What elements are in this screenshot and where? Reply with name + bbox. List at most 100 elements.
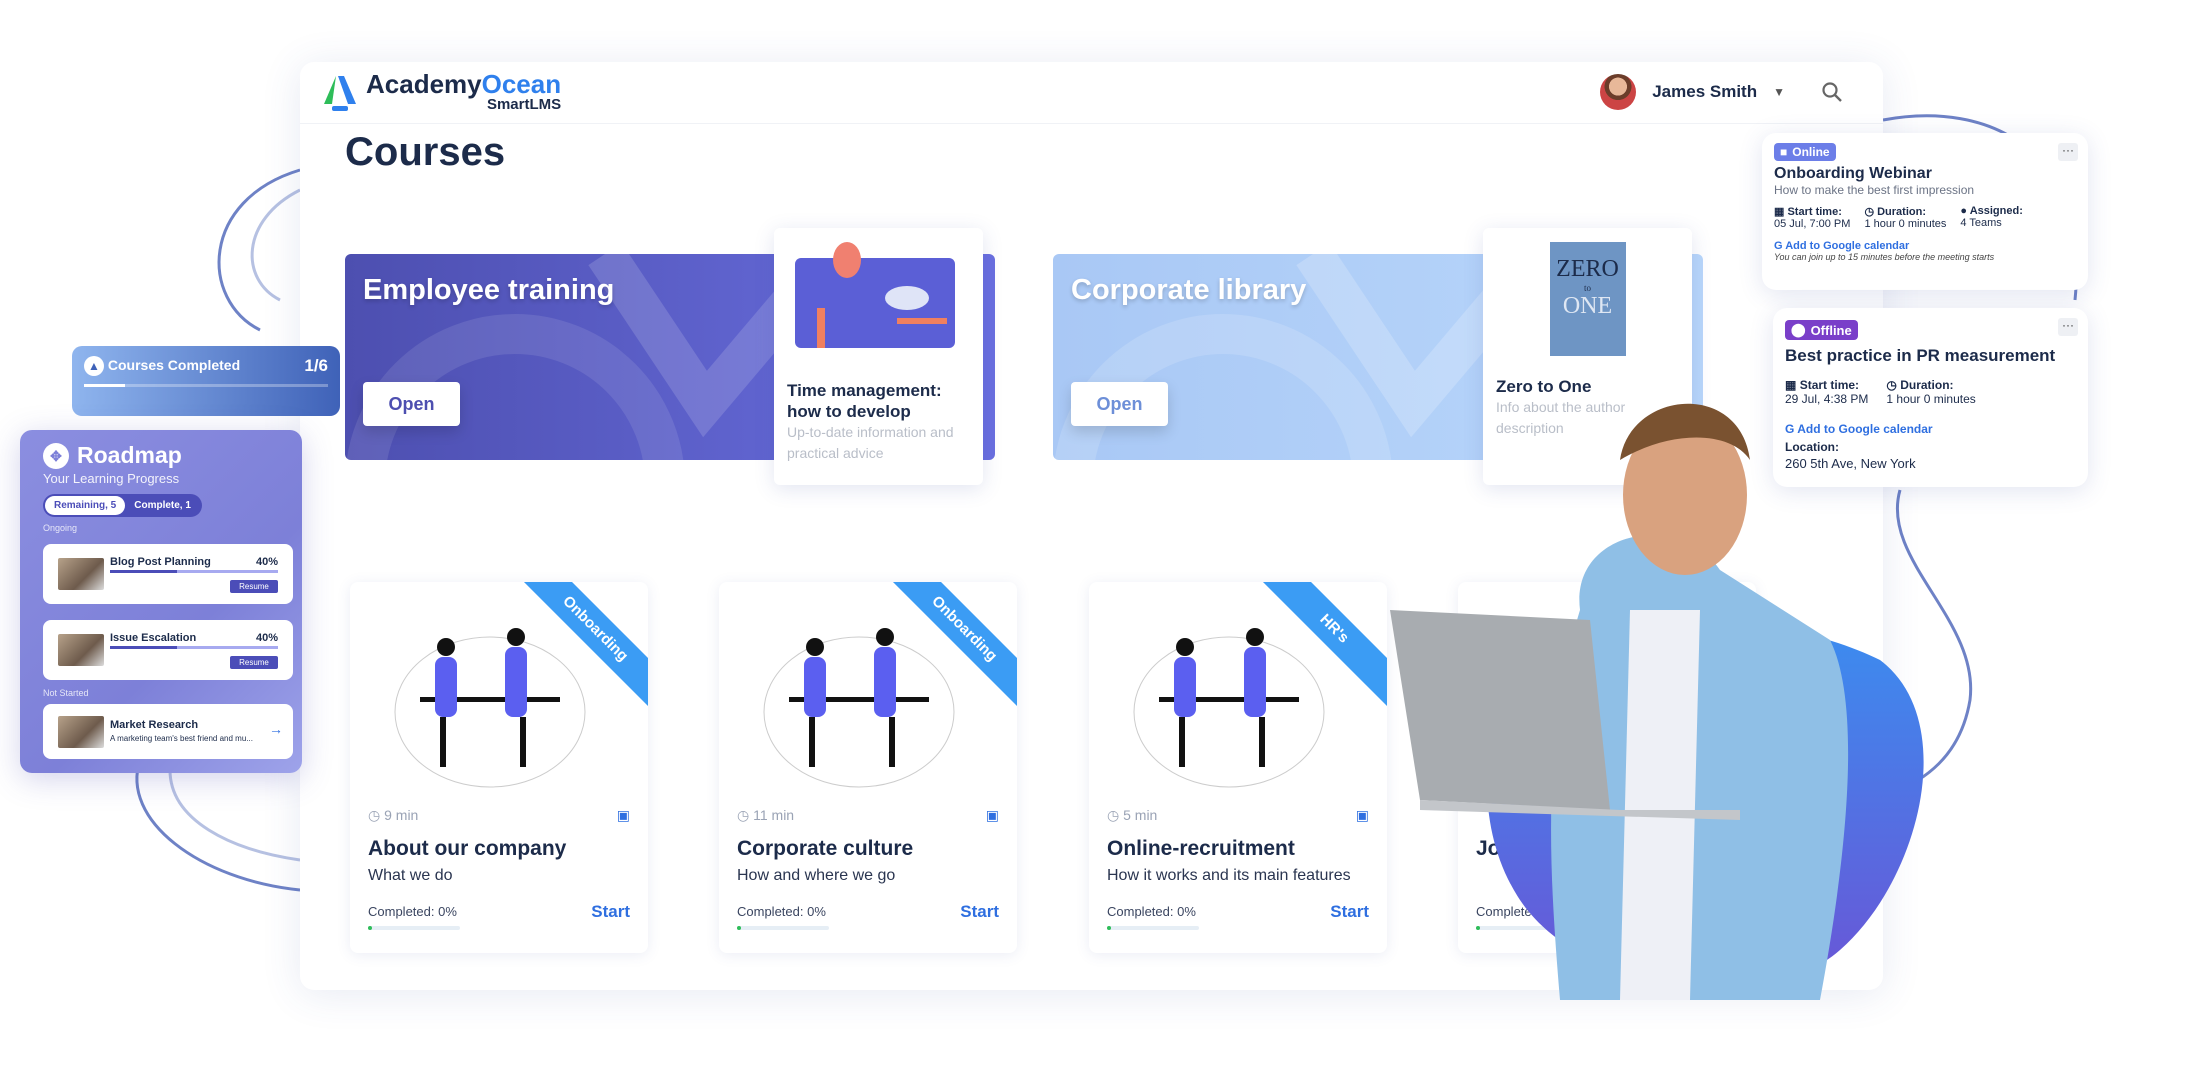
roadmap-item-name: Issue Escalation	[110, 632, 197, 644]
roadmap-item-desc: A marketing team's best friend and mu...	[110, 734, 253, 743]
book-cover: ZERO to ONE	[1549, 242, 1626, 356]
course-title: Corporate culture	[737, 837, 914, 860]
avatar	[1600, 74, 1637, 110]
page-title: Courses	[345, 130, 506, 174]
top-bar: AcademyOcean SmartLMS James Smith ▼	[300, 62, 1883, 124]
resume-button[interactable]: Resume	[230, 580, 278, 593]
event-note: You can join up to 15 minutes before the…	[1774, 252, 1995, 262]
course-completed: Completed: 0%	[1107, 904, 1196, 919]
tab-complete[interactable]: Complete, 1	[125, 496, 200, 515]
add-to-google-calendar-link[interactable]: G Add to Google calendar	[1774, 240, 2076, 252]
open-button[interactable]: Open	[1071, 382, 1168, 426]
resume-button[interactable]: Resume	[230, 656, 278, 669]
course-title: About our company	[368, 837, 567, 860]
course-card[interactable]: Onboarding ◷ 11 min ▣ Corporate culture How …	[719, 582, 1017, 953]
courses-completed-widget: ▲ Courses Completed 1/6	[72, 346, 340, 416]
roadmap-item-progress	[110, 646, 278, 649]
time-management-illustration	[795, 242, 955, 348]
person-icon: ●	[1960, 205, 1968, 217]
arrow-right-icon[interactable]: →	[269, 721, 283, 737]
roadmap-subtitle: Your Learning Progress	[43, 471, 180, 486]
featured-course-card[interactable]: Time management: how to develop Up-to-da…	[774, 228, 983, 485]
timer-icon: ◷	[1886, 378, 1897, 392]
roadmap-item-thumbnail	[58, 634, 104, 666]
calendar-icon: ▦	[1774, 206, 1785, 218]
certificate-icon: ▣	[985, 807, 999, 823]
event-location: 260 5th Ave, New York	[1785, 456, 1916, 471]
certificate-icon: ▣	[1355, 807, 1369, 823]
roadmap-widget: ✥ Roadmap Your Learning Progress Remainin…	[20, 430, 302, 773]
search-icon[interactable]	[1821, 81, 1843, 103]
timer-icon: ◷	[1864, 206, 1875, 218]
featured-course-desc: Up-to-date information and practical adv…	[787, 424, 954, 461]
roadmap-item[interactable]: Issue Escalation 40% Resume	[43, 620, 293, 680]
event-card-offline[interactable]: ⬤ Offline ··· Best practice in PR measure…	[1773, 308, 2088, 487]
course-title: Online-recruitment	[1107, 837, 1295, 860]
logo[interactable]: AcademyOcean SmartLMS	[322, 69, 562, 113]
user-name: James Smith	[1652, 82, 1758, 101]
roadmap-tabs: Remaining, 5 Complete, 1	[43, 494, 202, 517]
course-completed: Completed: 0%	[368, 904, 457, 919]
ongoing-label: Ongoing	[43, 523, 78, 533]
event-start: 05 Jul, 7:00 PM	[1774, 218, 1851, 230]
not-started-label: Not Started	[43, 688, 89, 698]
event-card-online[interactable]: ■ Online ··· Onboarding Webinar How to ma…	[1762, 133, 2088, 290]
user-menu[interactable]: James Smith ▼	[1600, 74, 1843, 110]
course-progress-bar	[737, 926, 829, 930]
roadmap-item-percent: 40%	[255, 632, 278, 644]
course-duration: 11 min	[753, 807, 795, 823]
location-pin-icon: ⬤	[1791, 322, 1806, 337]
course-subtitle: How it works and its main features	[1107, 867, 1351, 884]
courses-completed-count: 1/6	[304, 356, 328, 375]
academyocean-logo-icon	[324, 75, 356, 111]
add-to-google-calendar-link[interactable]: G Add to Google calendar	[1785, 422, 2076, 436]
roadmap-item-market-research[interactable]: Market Research A marketing team's best …	[43, 704, 293, 759]
offline-badge: ⬤ Offline	[1785, 320, 1858, 340]
featured-course-title: Time management: how to develop	[787, 381, 942, 421]
event-duration: 1 hour 0 minutes	[1864, 218, 1947, 230]
event-title: Best practice in PR measurement	[1785, 346, 2056, 365]
event-duration: 1 hour 0 minutes	[1886, 392, 1976, 406]
roadmap-item-thumbnail	[58, 558, 104, 590]
course-illustration	[394, 628, 586, 788]
roadmap-item[interactable]: Blog Post Planning 40% Resume	[43, 544, 293, 604]
course-progress-bar	[1107, 926, 1199, 930]
video-camera-icon: ■	[1780, 145, 1788, 159]
more-options-button[interactable]: ···	[2058, 318, 2078, 336]
roadmap-item-progress	[110, 570, 278, 573]
brand-name-accent: Ocean	[481, 69, 562, 99]
roadmap-icon: ✥	[43, 442, 69, 469]
course-illustration	[1133, 628, 1325, 788]
course-card[interactable]: HR's ◷ 5 min ▣ Online-recruitment How it wor…	[1089, 582, 1387, 953]
google-icon: G	[1785, 422, 1795, 436]
graduation-cap-icon: ▲	[84, 356, 104, 376]
location-label: Location:	[1785, 440, 1839, 454]
event-start: 29 Jul, 4:38 PM	[1785, 392, 1869, 406]
start-button[interactable]: Start	[1330, 902, 1369, 922]
roadmap-item-name: Blog Post Planning	[110, 556, 211, 568]
chevron-down-icon[interactable]: ▼	[1773, 85, 1785, 99]
google-icon: G	[1774, 240, 1783, 252]
course-duration: 5 min	[1123, 807, 1158, 823]
tab-remaining[interactable]: Remaining, 5	[45, 496, 126, 515]
course-duration: 9 min	[384, 807, 419, 823]
timer-icon: ◷	[1107, 807, 1120, 823]
banner-title: Employee training	[363, 274, 615, 306]
start-button[interactable]: Start	[591, 902, 630, 922]
course-subtitle: How and where we go	[737, 867, 896, 884]
event-title: Onboarding Webinar	[1774, 165, 1932, 182]
course-completed: Completed: 0%	[737, 904, 826, 919]
course-subtitle: What we do	[368, 867, 453, 884]
timer-icon: ◷	[737, 807, 750, 823]
roadmap-item-percent: 40%	[255, 556, 278, 568]
course-card[interactable]: Onboarding ◷ 9 min ▣ About our company What …	[350, 582, 648, 953]
online-badge: ■ Online	[1774, 143, 1836, 161]
timer-icon: ◷	[368, 807, 381, 823]
more-options-button[interactable]: ···	[2058, 143, 2078, 161]
calendar-icon: ▦	[1785, 378, 1797, 392]
open-button[interactable]: Open	[363, 382, 460, 426]
brand-name: Academy	[366, 69, 482, 99]
banner-title: Corporate library	[1071, 274, 1307, 306]
event-assigned: 4 Teams	[1960, 217, 2002, 229]
start-button[interactable]: Start	[960, 902, 999, 922]
